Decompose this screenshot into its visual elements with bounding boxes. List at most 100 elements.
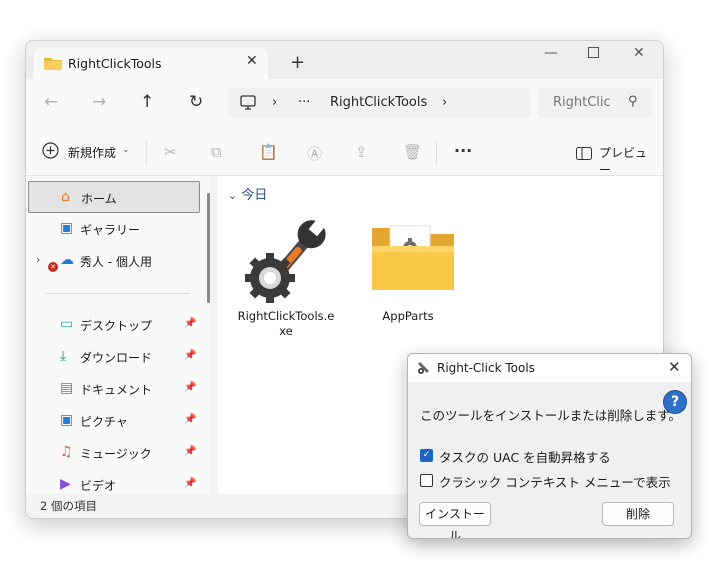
item-count: 2 個の項目	[40, 499, 97, 513]
maximize-icon[interactable]	[588, 46, 599, 62]
file-item-exe[interactable]: RightClickTools.e xe	[236, 214, 336, 339]
navigation-pane: ⌂ ホーム ▣ ギャラリー › ☁ ✕ 秀人 - 個人用 ▭ デスクトップ 📌 …	[26, 176, 210, 494]
chevron-down-icon: ⌄	[228, 189, 238, 202]
folder-icon	[370, 222, 456, 298]
sidebar-item-gallery[interactable]: ▣ ギャラリー	[28, 213, 198, 243]
divider	[46, 293, 190, 294]
dialog-title-bar[interactable]: Right-Click Tools ✕	[408, 354, 691, 382]
close-tab-icon[interactable]: ✕	[246, 53, 258, 69]
sidebar-item-label: ダウンロード	[80, 351, 153, 365]
video-icon: ▶	[60, 476, 71, 492]
chevron-right-icon[interactable]: ›	[36, 253, 40, 266]
plus-circle-icon	[42, 142, 59, 163]
classic-menu-checkbox-row[interactable]: クラシック コンテキスト メニューで表示	[420, 472, 680, 490]
sidebar-item-label: ホーム	[81, 192, 117, 206]
classic-menu-checkbox-label: クラシック コンテキスト メニューで表示	[439, 475, 671, 490]
dialog-message: このツールをインストールまたは削除します。	[420, 408, 682, 423]
address-ellipsis[interactable]: ···	[298, 95, 310, 110]
divider	[436, 141, 437, 165]
divider	[146, 141, 147, 165]
uac-checkbox[interactable]: ✓	[420, 449, 433, 462]
home-icon: ⌂	[61, 189, 70, 205]
search-box[interactable]: RightClic ⚲	[538, 88, 652, 118]
cloud-icon: ☁	[60, 252, 74, 268]
more-options-button[interactable]: ···	[454, 141, 472, 160]
new-tab-button[interactable]: +	[290, 52, 305, 73]
search-icon: ⚲	[628, 94, 638, 109]
file-item-appparts[interactable]: AppParts	[358, 214, 458, 339]
sidebar-item-label: ドキュメント	[80, 383, 153, 397]
sidebar-item-label: デスクトップ	[80, 319, 153, 333]
command-bar: 新規作成 ⌄ ✂ ⧉ 📋 Ⓐ ⇪ 🗑 ··· プレビュー	[26, 129, 663, 177]
sidebar-item-label: ビデオ	[80, 479, 117, 493]
new-button[interactable]: 新規作成 ⌄	[42, 142, 132, 162]
sidebar-item-label: ギャラリー	[80, 223, 141, 237]
forward-arrow-icon[interactable]: →	[92, 92, 106, 112]
preview-pane-icon	[576, 145, 592, 164]
sidebar-item-music[interactable]: ♫ ミュージック 📌	[28, 437, 198, 467]
pin-icon[interactable]: 📌	[184, 318, 196, 329]
delete-button[interactable]: 削除	[602, 502, 674, 526]
uac-checkbox-label: タスクの UAC を自動昇格する	[439, 450, 611, 465]
chevron-right-icon[interactable]: ›	[272, 95, 277, 110]
wrench-gear-icon	[244, 216, 334, 310]
tab-bar: RightClickTools ✕ + — ✕	[26, 41, 663, 80]
preview-button[interactable]: プレビュー	[576, 143, 656, 177]
right-click-tools-dialog: Right-Click Tools ✕ ? このツールをインストールまたは削除し…	[407, 353, 692, 539]
sidebar-item-desktop[interactable]: ▭ デスクトップ 📌	[28, 309, 198, 339]
address-path[interactable]: RightClickTools	[330, 95, 427, 110]
sidebar-item-onedrive[interactable]: › ☁ ✕ 秀人 - 個人用	[28, 245, 198, 275]
document-icon: ▤	[60, 380, 74, 396]
copy-icon[interactable]: ⧉	[211, 143, 222, 161]
sidebar-item-home[interactable]: ⌂ ホーム	[28, 181, 200, 213]
chevron-right-icon[interactable]: ›	[442, 95, 447, 110]
share-icon[interactable]: ⇪	[355, 143, 368, 161]
gallery-icon: ▣	[60, 220, 74, 236]
pin-icon[interactable]: 📌	[184, 478, 196, 489]
navigation-bar: ← → ↑ ↻ › ··· RightClickTools › RightCli…	[26, 79, 663, 130]
address-bar[interactable]: › ··· RightClickTools ›	[228, 88, 530, 118]
refresh-icon[interactable]: ↻	[189, 92, 203, 112]
back-arrow-icon[interactable]: ←	[44, 92, 58, 112]
pin-icon[interactable]: 📌	[184, 350, 196, 361]
desktop-icon: ▭	[60, 316, 74, 332]
sidebar-item-label: ミュージック	[80, 447, 152, 461]
dialog-title: Right-Click Tools	[437, 361, 535, 375]
close-window-icon[interactable]: ✕	[633, 45, 645, 61]
chevron-down-icon: ⌄	[122, 145, 130, 155]
pictures-icon: ▣	[60, 412, 74, 428]
cut-icon[interactable]: ✂	[164, 143, 177, 161]
new-label: 新規作成	[68, 146, 117, 160]
folder-icon	[44, 55, 62, 74]
file-name-exe-line2: xe	[279, 324, 293, 338]
tab-rightclicktools[interactable]: RightClickTools ✕	[34, 48, 268, 80]
file-name-appparts: AppParts	[382, 309, 434, 323]
minimize-icon[interactable]: —	[544, 45, 558, 61]
sidebar-item-documents[interactable]: ▤ ドキュメント 📌	[28, 373, 198, 403]
sidebar-scrollbar[interactable]	[207, 193, 210, 303]
group-title: 今日	[241, 188, 268, 203]
up-arrow-icon[interactable]: ↑	[140, 92, 154, 112]
uac-checkbox-row[interactable]: ✓ タスクの UAC を自動昇格する	[420, 447, 670, 465]
search-input[interactable]: RightClic	[553, 95, 623, 110]
download-icon: ⤓	[60, 348, 67, 364]
rename-icon[interactable]: Ⓐ	[307, 143, 322, 164]
delete-icon[interactable]: 🗑	[403, 143, 422, 161]
paste-icon[interactable]: 📋	[259, 143, 278, 161]
group-header-today[interactable]: ⌄ 今日	[228, 184, 267, 203]
classic-menu-checkbox[interactable]	[420, 474, 433, 487]
pin-icon[interactable]: 📌	[184, 382, 196, 393]
wrench-gear-icon	[417, 360, 431, 379]
sidebar-item-pictures[interactable]: ▣ ピクチャ 📌	[28, 405, 198, 435]
computer-icon	[240, 95, 256, 114]
sidebar-item-downloads[interactable]: ⤓ ダウンロード 📌	[28, 341, 198, 371]
sidebar-item-label: ピクチャ	[80, 415, 128, 429]
pin-icon[interactable]: 📌	[184, 414, 196, 425]
install-button[interactable]: インストール	[419, 502, 491, 538]
pin-icon[interactable]: 📌	[184, 446, 196, 457]
close-icon[interactable]: ✕	[668, 358, 681, 376]
file-name-exe-line1: RightClickTools.e	[237, 309, 335, 323]
sync-error-icon: ✕	[48, 262, 58, 272]
sidebar-item-label: 秀人 - 個人用	[80, 255, 152, 269]
tab-title: RightClickTools	[68, 56, 162, 71]
